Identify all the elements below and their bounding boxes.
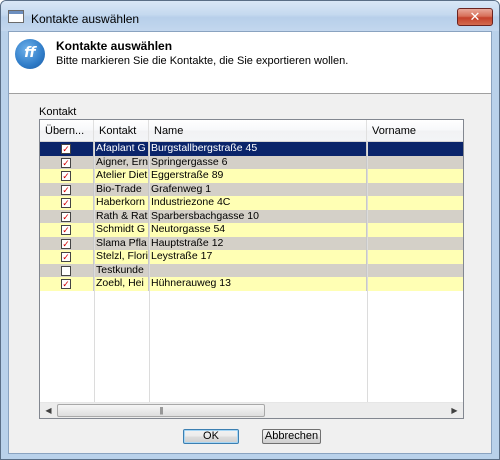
row-name-cell: Leystraße 17 xyxy=(149,250,367,264)
row-vorname-cell xyxy=(367,142,463,156)
title-bar[interactable]: Kontakte auswählen ✕ xyxy=(1,1,499,31)
header-title: Kontakte auswählen xyxy=(56,39,173,53)
app-logo-icon: ff xyxy=(15,39,45,69)
window-title: Kontakte auswählen xyxy=(31,12,140,26)
table-row[interactable]: ✓ Schmidt G Neutorgasse 54 xyxy=(40,223,463,237)
row-name-cell: Eggerstraße 89 xyxy=(149,169,367,183)
row-kontakt-cell: Rath & Rat xyxy=(96,209,149,223)
row-name-cell: Springergasse 6 xyxy=(149,155,367,169)
column-header-name[interactable]: Name xyxy=(149,120,367,142)
row-checkbox[interactable]: ✓ xyxy=(61,157,71,168)
row-checkbox[interactable]: ✓ xyxy=(61,225,71,235)
row-vorname-cell xyxy=(367,196,463,210)
row-check-cell xyxy=(40,263,94,277)
grid-header: Übern... Kontakt Name Vorname xyxy=(40,120,463,142)
row-kontakt-cell: Slama Pfla xyxy=(94,236,149,250)
table-row[interactable]: ✓ Zoebl, Hei Hühnerauweg 13 xyxy=(40,277,463,291)
row-checkbox[interactable]: ✓ xyxy=(61,211,71,222)
dialog-window: Kontakte auswählen ✕ ff Kontakte auswähl… xyxy=(0,0,500,460)
row-vorname-cell xyxy=(367,250,463,264)
table-row[interactable]: ✓ Stelzl, Flori Leystraße 17 xyxy=(40,250,463,264)
scroll-right-icon[interactable]: ▶ xyxy=(447,404,462,418)
dialog-client-area: ff Kontakte auswählen Bitte markieren Si… xyxy=(8,31,492,454)
contacts-grid[interactable]: Übern... Kontakt Name Vorname ✓ Afaplant … xyxy=(39,119,464,419)
table-row[interactable]: ✓ Slama Pfla Hauptstraße 12 xyxy=(40,236,463,251)
row-name-cell: Hauptstraße 12 xyxy=(149,236,367,250)
row-kontakt-cell: Stelzl, Flori xyxy=(96,250,149,264)
row-kontakt-cell: Schmidt G xyxy=(94,223,149,237)
table-row[interactable]: ✓ Atelier Diet Eggerstraße 89 xyxy=(40,169,463,183)
close-button[interactable]: ✕ xyxy=(457,8,493,26)
row-checkbox[interactable]: ✓ xyxy=(61,198,71,208)
row-name-cell xyxy=(149,263,367,277)
row-check-cell: ✓ xyxy=(40,236,94,250)
cancel-button[interactable]: Abbrechen xyxy=(262,429,321,444)
table-row[interactable]: ✓ Afaplant G Burgstallbergstraße 45 xyxy=(40,142,463,156)
scrollbar-thumb[interactable]: ||| xyxy=(57,404,265,417)
row-kontakt-cell: Bio-Trade xyxy=(94,182,149,196)
row-name-cell: Burgstallbergstraße 45 xyxy=(149,142,367,156)
table-row[interactable]: ✓ Bio-Trade Grafenweg 1 xyxy=(40,182,463,197)
row-vorname-cell xyxy=(367,223,463,237)
row-name-cell: Hühnerauweg 13 xyxy=(149,277,367,291)
row-check-cell: ✓ xyxy=(40,142,94,156)
table-row[interactable]: ✓ Rath & Rat Sparbersbachgasse 10 xyxy=(40,209,463,224)
window-app-icon xyxy=(8,10,24,23)
row-name-cell: Grafenweg 1 xyxy=(149,182,367,196)
column-divider xyxy=(367,142,368,402)
table-row[interactable]: Testkunde xyxy=(40,263,463,278)
row-check-cell: ✓ xyxy=(40,169,94,183)
row-check-cell: ✓ xyxy=(40,209,94,223)
row-kontakt-cell: Haberkorn xyxy=(94,196,149,210)
column-divider xyxy=(94,142,95,402)
row-check-cell: ✓ xyxy=(40,182,94,196)
header-subtitle: Bitte markieren Sie die Kontakte, die Si… xyxy=(56,55,349,67)
header-panel: ff Kontakte auswählen Bitte markieren Si… xyxy=(9,32,491,94)
row-kontakt-cell: Aigner, Ern xyxy=(96,155,149,169)
row-check-cell: ✓ xyxy=(40,223,94,237)
row-checkbox[interactable]: ✓ xyxy=(61,252,71,262)
row-checkbox[interactable] xyxy=(61,265,71,276)
scroll-left-icon[interactable]: ◀ xyxy=(41,404,56,418)
row-vorname-cell xyxy=(367,183,463,197)
row-name-cell: Sparbersbachgasse 10 xyxy=(149,209,367,223)
row-vorname-cell xyxy=(367,156,463,170)
row-name-cell: Neutorgasse 54 xyxy=(149,223,367,237)
row-check-cell: ✓ xyxy=(40,277,94,291)
row-kontakt-cell: Zoebl, Hei xyxy=(94,277,149,291)
row-checkbox[interactable]: ✓ xyxy=(61,184,71,195)
column-header-uebernehmen[interactable]: Übern... xyxy=(40,120,94,142)
row-kontakt-cell: Afaplant G xyxy=(94,142,149,156)
row-vorname-cell xyxy=(367,210,463,224)
horizontal-scrollbar[interactable]: ◀ ||| ▶ xyxy=(40,402,463,418)
ok-button[interactable]: OK xyxy=(183,429,239,444)
column-header-kontakt[interactable]: Kontakt xyxy=(94,120,149,142)
row-vorname-cell xyxy=(367,264,463,278)
contacts-group-label: Kontakt xyxy=(39,106,77,118)
row-check-cell: ✓ xyxy=(40,250,94,264)
row-vorname-cell xyxy=(367,169,463,183)
column-divider xyxy=(149,142,150,402)
row-kontakt-cell: Atelier Diet xyxy=(96,169,149,183)
row-kontakt-cell: Testkunde xyxy=(94,263,149,277)
table-row[interactable]: ✓ Aigner, Ern Springergasse 6 xyxy=(40,155,463,170)
row-check-cell: ✓ xyxy=(40,155,94,169)
column-header-vorname[interactable]: Vorname xyxy=(367,120,463,142)
row-vorname-cell xyxy=(367,237,463,251)
row-check-cell: ✓ xyxy=(40,196,94,210)
row-name-cell: Industriezone 4C xyxy=(149,196,367,210)
row-checkbox[interactable]: ✓ xyxy=(61,279,71,289)
table-row[interactable]: ✓ Haberkorn Industriezone 4C xyxy=(40,196,463,210)
row-checkbox[interactable]: ✓ xyxy=(61,171,71,181)
row-checkbox[interactable]: ✓ xyxy=(61,238,71,249)
row-checkbox[interactable]: ✓ xyxy=(61,144,71,154)
row-vorname-cell xyxy=(367,277,463,291)
